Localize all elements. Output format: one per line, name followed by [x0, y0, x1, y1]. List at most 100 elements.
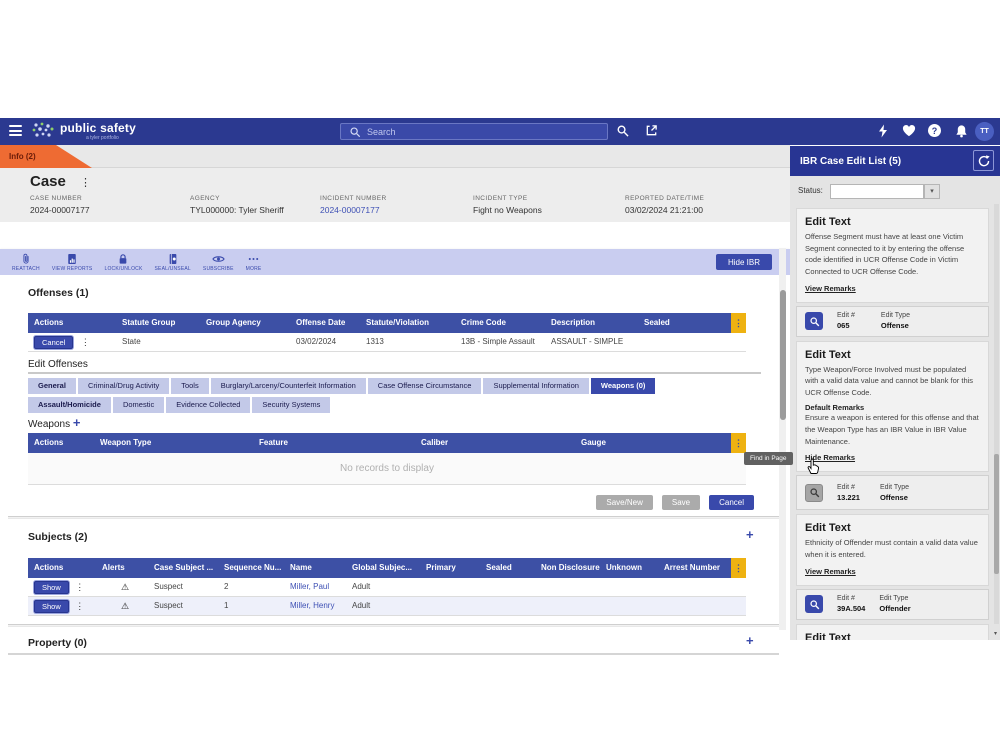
tab-security-systems[interactable]: Security Systems [252, 397, 330, 413]
edit-type: Offender [879, 604, 910, 613]
col-case-subject: Case Subject ... [148, 558, 218, 578]
col-s-actions: Actions [28, 558, 96, 578]
tab-case-offense-circumstance[interactable]: Case Offense Circumstance [368, 378, 482, 394]
save-button[interactable]: Save [662, 495, 700, 510]
status-dropdown-icon[interactable]: ▾ [924, 184, 940, 199]
edit-offenses-heading: Edit Offenses [28, 359, 88, 370]
lock-icon [118, 253, 128, 265]
edit-card: Edit Text Ethnicity of Offender must con… [796, 514, 989, 585]
col-caliber: Caliber [415, 433, 575, 453]
tab-tools[interactable]: Tools [171, 378, 209, 394]
search-submit-icon[interactable] [616, 124, 629, 137]
subject-name-link[interactable]: Miller, Paul [284, 578, 346, 596]
grid-menu-icon[interactable]: ⋮ [731, 313, 746, 333]
weapons-header-row: Actions Weapon Type Feature Caliber Gaug… [28, 433, 746, 453]
scrollbar-thumb[interactable] [780, 290, 786, 420]
app-window: public safety a tyler portfolio ? TT [0, 118, 1000, 640]
more-button[interactable]: MORE [240, 249, 268, 275]
alert-warning-icon[interactable]: ⚠ [121, 582, 129, 592]
edit-type: Offense [880, 493, 909, 502]
heart-icon[interactable] [902, 124, 916, 137]
edit-type: Offense [881, 321, 910, 330]
lightning-icon[interactable] [877, 124, 889, 138]
magnifier-icon [809, 316, 820, 327]
search-input[interactable] [367, 127, 587, 137]
row-menu-icon[interactable]: ⋮ [74, 578, 86, 596]
tab-domestic[interactable]: Domestic [113, 397, 164, 413]
open-in-new-icon[interactable] [645, 124, 658, 137]
brand-subtitle: a tyler portfolio [86, 135, 119, 141]
main-scrollbar[interactable] [779, 248, 786, 630]
view-remarks-link[interactable]: View Remarks [805, 567, 856, 576]
col-description: Description [545, 313, 638, 333]
tab-assault-homicide[interactable]: Assault/Homicide [28, 397, 111, 413]
col-name: Name [284, 558, 346, 578]
row-menu-icon[interactable]: ⋮ [74, 597, 86, 615]
show-subject-button[interactable]: Show [34, 581, 69, 594]
tab-weapons[interactable]: Weapons (0) [591, 378, 655, 394]
add-property-icon[interactable]: + [746, 636, 754, 646]
page-title: Case [30, 173, 66, 190]
edit-offenses-tabs-row2: Assault/Homicide Domestic Evidence Colle… [28, 397, 330, 413]
edit-card-body: Type Weapon/Force Involved must be popul… [805, 364, 980, 399]
status-input[interactable] [830, 184, 924, 199]
edit-number: 065 [837, 321, 855, 330]
add-weapon-icon[interactable]: + [73, 415, 81, 430]
add-subject-icon[interactable]: + [746, 530, 754, 540]
col-statute-violation: Statute/Violation [360, 313, 455, 333]
find-in-page-button[interactable] [805, 595, 823, 613]
section-divider [8, 653, 779, 655]
tab-supplemental-information[interactable]: Supplemental Information [483, 378, 588, 394]
tab-burglary-larceny[interactable]: Burglary/Larceny/Counterfeit Information [211, 378, 366, 394]
edit-cards-list: Edit Text Offense Segment must have at l… [796, 208, 989, 640]
scroll-down-icon[interactable]: ▾ [991, 629, 1000, 640]
subject-name-link[interactable]: Miller, Henry [284, 597, 346, 615]
col-s-sealed: Sealed [480, 558, 535, 578]
user-avatar[interactable]: TT [975, 122, 994, 141]
reattach-button[interactable]: REATTACH [6, 249, 46, 275]
edit-offenses-tabs-row1: General Criminal/Drug Activity Tools Bur… [28, 378, 655, 394]
case-header: Case ⋮ CASE NUMBER 2024-00007177 AGENCY … [0, 168, 790, 222]
find-in-page-tooltip: Find in Page [744, 452, 793, 465]
refresh-button[interactable] [973, 150, 994, 171]
row-menu-icon[interactable]: ⋮ [79, 333, 91, 351]
cancel-button[interactable]: Cancel [709, 495, 754, 510]
edit-card: Edit Text Offense Segment must have at l… [796, 208, 989, 303]
col-sealed: Sealed [638, 313, 731, 333]
weapons-grid-menu-icon[interactable]: ⋮ [731, 433, 746, 453]
col-alerts: Alerts [96, 558, 148, 578]
help-icon[interactable]: ? [928, 124, 941, 137]
col-statute-group: Statute Group [116, 313, 200, 333]
tab-info[interactable]: Info (2) [0, 145, 92, 168]
save-new-button[interactable]: Save/New [596, 495, 652, 510]
show-subject-button[interactable]: Show [34, 600, 69, 613]
subjects-grid-menu-icon[interactable]: ⋮ [731, 558, 746, 578]
subject-row: Show ⋮ ⚠ Suspect 2 Miller, Paul Adult [28, 578, 746, 597]
view-reports-button[interactable]: VIEW REPORTS [46, 249, 99, 275]
menu-icon[interactable] [9, 125, 22, 136]
scrollbar-thumb[interactable] [994, 454, 999, 574]
subscribe-button[interactable]: SUBSCRIBE [197, 249, 240, 275]
search-box[interactable] [340, 123, 608, 140]
seal-unseal-button[interactable]: SEAL/UNSEAL [149, 249, 197, 275]
hide-ibr-button[interactable]: Hide IBR [716, 254, 772, 270]
view-remarks-link[interactable]: View Remarks [805, 284, 856, 293]
col-arrest-number: Arrest Number [658, 558, 731, 578]
edit-card-body: Ethnicity of Offender must contain a val… [805, 537, 980, 560]
find-in-page-button[interactable] [805, 484, 823, 502]
panel-scrollbar[interactable] [994, 204, 999, 624]
tab-criminal-drug-activity[interactable]: Criminal/Drug Activity [78, 378, 169, 394]
col-non-disclosure: Non Disclosure [535, 558, 600, 578]
incident-number-link[interactable]: 2024-00007177 [320, 205, 387, 215]
cancel-offense-button[interactable]: Cancel [34, 336, 73, 349]
case-menu-icon[interactable]: ⋮ [80, 176, 91, 189]
alert-warning-icon[interactable]: ⚠ [121, 601, 129, 611]
bell-icon[interactable] [955, 124, 968, 138]
field-incident-number: INCIDENT NUMBER 2024-00007177 [320, 195, 387, 215]
find-in-page-button[interactable] [805, 312, 823, 330]
tab-general[interactable]: General [28, 378, 76, 394]
edit-card-footer: Edit #065 Edit TypeOffense [796, 306, 989, 337]
lock-unlock-button[interactable]: LOCK/UNLOCK [98, 249, 148, 275]
edit-number: 39A.504 [837, 604, 865, 613]
tab-evidence-collected[interactable]: Evidence Collected [166, 397, 250, 413]
